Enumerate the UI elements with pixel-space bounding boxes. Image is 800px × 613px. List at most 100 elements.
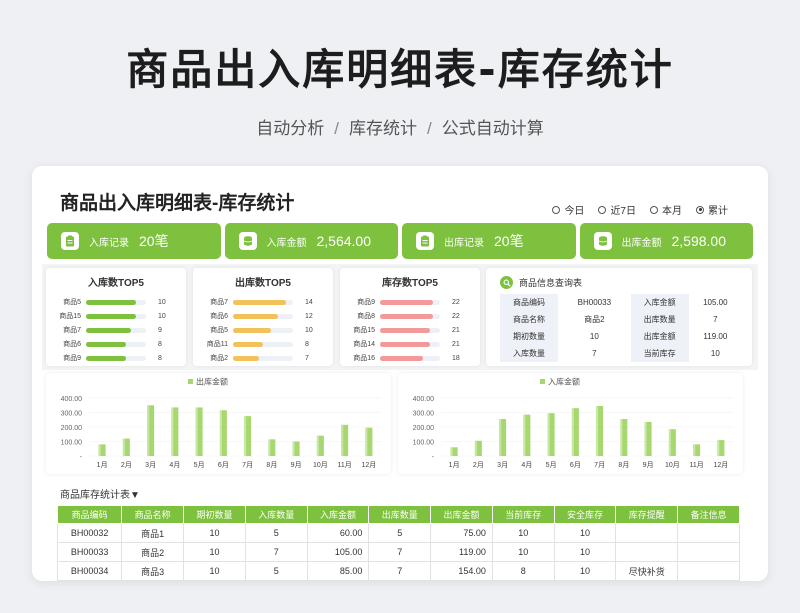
- column-header: 库存提醒: [615, 505, 679, 524]
- x-tick-label: 1月: [449, 461, 460, 469]
- bar-fill: [380, 299, 433, 305]
- table-cell: 5: [244, 523, 308, 543]
- kpi-row: 入库记录 20笔 入库金额 2,564.00 出库记录 20笔 出库金额 2,5…: [47, 223, 753, 259]
- bar-fill: [86, 313, 136, 319]
- table-cell: 105.00: [306, 542, 370, 562]
- bar-fill: [380, 313, 433, 319]
- query-row: 商品编码 BH00033 入库金额 105.00: [500, 294, 742, 311]
- bar-list: 商品5 10 商品15 10 商品7 9 商品6 8 商品9 8: [46, 295, 186, 365]
- query-row: 期初数量 10 出库金额 119.00: [500, 328, 742, 345]
- query-value: 119.00: [688, 328, 742, 345]
- legend-label: 出库金额: [196, 377, 228, 387]
- column-header: 出库数量: [368, 505, 432, 524]
- radio-cumulative[interactable]: 累计: [696, 202, 728, 217]
- dashboard-title: 商品出入库明细表-库存统计: [60, 193, 295, 214]
- radio-this-month[interactable]: 本月: [650, 202, 682, 217]
- chart-bar-highlight: [98, 444, 101, 456]
- query-key: 出库数量: [630, 311, 689, 328]
- table-cell: 尽快补货: [615, 561, 679, 581]
- bar-track: [86, 327, 146, 333]
- table-row: BH00034 商品3 10 5 85.00 7 154.00 8 10 尽快补…: [56, 561, 740, 581]
- x-tick-label: 10月: [313, 461, 328, 469]
- bar-fill: [233, 355, 260, 361]
- subtitle-separator: /: [334, 119, 339, 138]
- column-header: 安全库存: [553, 505, 617, 524]
- x-tick-label: 8月: [266, 461, 277, 469]
- legend-label: 入库金额: [548, 377, 580, 387]
- bar-fill: [86, 299, 136, 305]
- table-row: BH00033 商品2 10 7 105.00 7 119.00 10 10: [56, 542, 740, 562]
- y-tick-label: 200.00: [413, 425, 435, 432]
- bar-row: 商品15 10: [46, 309, 186, 323]
- bar-label: 商品15: [59, 313, 81, 320]
- chart-bar-highlight: [171, 407, 174, 456]
- inbound-amount-chart: 入库金额 400.00 300.00 200.00 100.00 - 1月 2月 3月 4月 5月 6…: [398, 373, 743, 474]
- x-tick-label: 11月: [337, 461, 351, 469]
- query-grid: 商品编码 BH00033 入库金额 105.00 商品名称 商品2 出库数量 7…: [500, 294, 742, 362]
- radio-label: 近7日: [610, 206, 636, 217]
- column-header: 入库金额: [306, 505, 370, 524]
- bar-value: 21: [452, 340, 460, 348]
- x-tick-label: 2月: [121, 461, 132, 469]
- top5-outbound-panel: 出库数TOP5 商品7 14 商品6 12 商品5 10 商品11 8 商品2 7: [193, 268, 333, 366]
- bar-value: 8: [305, 340, 309, 348]
- subtitle-part: 公式自动计算: [441, 119, 544, 138]
- panel-title: 出库数TOP5: [235, 278, 291, 289]
- table-cell: 商品2: [121, 542, 185, 562]
- dashboard-card: 商品出入库明细表-库存统计 今日 近7日 本月 累计 入库记录 20笔 入库金额…: [32, 166, 768, 581]
- bar-value: 18: [452, 354, 460, 362]
- radio-last-7-days[interactable]: 近7日: [598, 202, 636, 217]
- column-header: 出库金额: [430, 505, 493, 524]
- chart-bar-highlight: [341, 424, 344, 456]
- radio-label: 累计: [708, 206, 728, 217]
- x-tick-label: 6月: [218, 461, 229, 469]
- bar-label: 商品7: [63, 327, 81, 334]
- y-tick-label: 200.00: [61, 425, 83, 432]
- chart-bar-highlight: [620, 419, 623, 456]
- bar-row: 商品5 10: [46, 295, 186, 309]
- bar-label: 商品7: [210, 299, 228, 306]
- kpi-label: 入库记录: [89, 237, 129, 249]
- chart-bar-highlight: [571, 408, 574, 456]
- column-header: 当前库存: [491, 505, 555, 524]
- bar-track: [233, 313, 293, 319]
- bar-value: 8: [158, 340, 162, 348]
- column-header: 备注信息: [677, 505, 740, 524]
- y-tick-label: 300.00: [413, 411, 435, 418]
- table-cell: [677, 561, 740, 581]
- bar-row: 商品5 10: [193, 323, 333, 337]
- table-header-row: 商品编码 商品名称 期初数量 入库数量 入库金额 出库数量 出库金额 当前库存 …: [56, 505, 740, 524]
- query-value-product-code[interactable]: BH00033: [558, 294, 631, 311]
- chart-bar-highlight: [499, 419, 502, 456]
- table-row: BH00032 商品1 10 5 60.00 5 75.00 10 10: [56, 523, 740, 543]
- query-value: 10: [688, 345, 742, 362]
- column-header: 商品名称: [121, 505, 185, 524]
- outbound-amount-chart: 出库金额 400.00 300.00 200.00 100.00 - 1月 2月 3月 4月 5月 6…: [46, 373, 391, 474]
- query-key: 商品名称: [500, 311, 558, 328]
- bar-row: 商品8 22: [340, 309, 480, 323]
- table-cell: 60.00: [306, 523, 370, 543]
- kpi-value: 2,598.00: [671, 233, 727, 249]
- x-tick-label: 5月: [194, 461, 205, 469]
- clipboard-icon: [61, 232, 79, 250]
- bar-fill: [380, 341, 431, 347]
- x-tick-label: 3月: [497, 461, 508, 469]
- column-header: 商品编码: [56, 505, 123, 524]
- table-cell: 10: [491, 542, 555, 562]
- x-tick-label: 6月: [570, 461, 581, 469]
- query-key: 商品编码: [500, 294, 558, 311]
- radio-dot-selected-icon: [696, 205, 704, 214]
- x-tick-label: 4月: [169, 461, 180, 469]
- bar-value: 7: [305, 354, 309, 362]
- bar-value: 10: [305, 326, 313, 334]
- chart-bar-highlight: [547, 413, 550, 456]
- bar-track: [86, 355, 146, 361]
- legend-swatch: [540, 379, 545, 384]
- radio-today[interactable]: 今日: [552, 202, 584, 217]
- chart-bar-highlight: [122, 438, 125, 456]
- kpi-label: 出库记录: [444, 237, 484, 249]
- y-tick-label: -: [432, 454, 435, 461]
- query-key: 当前库存: [630, 345, 689, 362]
- column-header: 入库数量: [244, 505, 308, 524]
- stock-table-title[interactable]: 商品库存统计表▼: [60, 486, 140, 501]
